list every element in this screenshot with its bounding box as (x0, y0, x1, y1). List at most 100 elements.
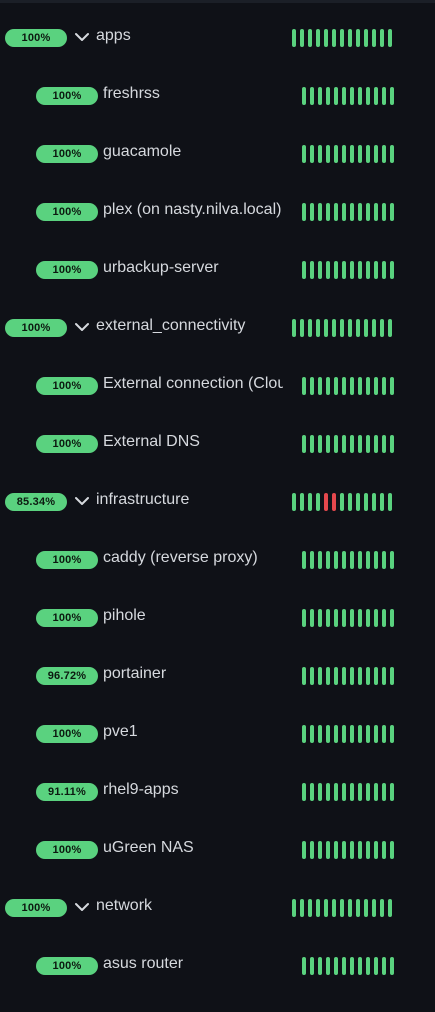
heartbeat-up (300, 899, 304, 917)
top-divider (0, 0, 435, 3)
chevron-down-icon[interactable] (75, 30, 89, 44)
heartbeat-up (388, 29, 392, 47)
heartbeat-bar (302, 667, 398, 685)
heartbeat-bar (302, 87, 398, 105)
heartbeat-up (374, 551, 378, 569)
heartbeat-up (318, 87, 322, 105)
heartbeat-up (318, 841, 322, 859)
heartbeat-up (380, 29, 384, 47)
heartbeat-bar (302, 725, 398, 743)
heartbeat-up (318, 145, 322, 163)
group-name: infrastructure (96, 491, 190, 508)
heartbeat-up (316, 29, 320, 47)
heartbeat-up (332, 319, 336, 337)
chevron-down-icon[interactable] (75, 494, 89, 508)
heartbeat-up (316, 899, 320, 917)
heartbeat-up (342, 551, 346, 569)
heartbeat-up (374, 261, 378, 279)
heartbeat-up (302, 435, 306, 453)
heartbeat-up (382, 87, 386, 105)
heartbeat-up (334, 87, 338, 105)
heartbeat-up (292, 493, 296, 511)
heartbeat-up (342, 145, 346, 163)
group-name: apps (96, 27, 131, 44)
monitor-row[interactable]: 100% urbackup-server (0, 241, 435, 299)
heartbeat-up (340, 493, 344, 511)
heartbeat-up (318, 957, 322, 975)
heartbeat-up (342, 261, 346, 279)
heartbeat-up (318, 551, 322, 569)
heartbeat-up (364, 493, 368, 511)
heartbeat-up (366, 377, 370, 395)
heartbeat-up (374, 145, 378, 163)
heartbeat-up (374, 609, 378, 627)
monitor-row[interactable]: 100% plex (on nasty.nilva.local) (0, 183, 435, 241)
group-row-network[interactable]: 100% network (0, 879, 435, 937)
heartbeat-up (350, 725, 354, 743)
heartbeat-up (300, 493, 304, 511)
heartbeat-up (366, 87, 370, 105)
monitor-name: caddy (reverse proxy) (103, 549, 258, 566)
monitor-name: plex (on nasty.nilva.local) (103, 201, 282, 218)
heartbeat-up (310, 667, 314, 685)
group-row-apps[interactable]: 100% apps (0, 9, 435, 67)
heartbeat-up (334, 435, 338, 453)
heartbeat-up (374, 841, 378, 859)
heartbeat-up (364, 319, 368, 337)
heartbeat-up (326, 609, 330, 627)
heartbeat-up (310, 87, 314, 105)
heartbeat-up (366, 261, 370, 279)
heartbeat-up (292, 29, 296, 47)
heartbeat-up (334, 667, 338, 685)
monitor-row[interactable]: 100% pve1 (0, 705, 435, 763)
heartbeat-bar (292, 319, 396, 337)
monitor-name: pihole (103, 607, 146, 624)
heartbeat-up (382, 725, 386, 743)
heartbeat-up (334, 841, 338, 859)
heartbeat-up (382, 957, 386, 975)
heartbeat-up (302, 957, 306, 975)
monitor-row[interactable]: 100% pihole (0, 589, 435, 647)
heartbeat-up (334, 377, 338, 395)
monitor-list: 100% apps 100% freshrss 100% guacamole 100% ple… (0, 0, 435, 1012)
chevron-down-icon[interactable] (75, 320, 89, 334)
heartbeat-up (318, 667, 322, 685)
group-row-infrastructure[interactable]: 85.34% infrastructure (0, 473, 435, 531)
heartbeat-up (390, 841, 394, 859)
heartbeat-up (348, 493, 352, 511)
heartbeat-bar (302, 261, 398, 279)
monitor-row[interactable]: 100% External DNS (0, 415, 435, 473)
monitor-row[interactable]: 96.72% portainer (0, 647, 435, 705)
heartbeat-up (326, 667, 330, 685)
heartbeat-bar (292, 899, 396, 917)
heartbeat-up (310, 957, 314, 975)
heartbeat-up (302, 783, 306, 801)
monitor-name: pve1 (103, 723, 138, 740)
monitor-row[interactable]: 100% caddy (reverse proxy) (0, 531, 435, 589)
monitor-row[interactable]: 100% uGreen NAS (0, 821, 435, 879)
heartbeat-up (388, 899, 392, 917)
monitor-row[interactable]: 100% guacamole (0, 125, 435, 183)
heartbeat-up (310, 203, 314, 221)
heartbeat-up (358, 145, 362, 163)
uptime-badge: 100% (36, 551, 98, 569)
heartbeat-bar (302, 783, 398, 801)
heartbeat-up (310, 377, 314, 395)
monitor-row[interactable]: 91.11% rhel9-apps (0, 763, 435, 821)
heartbeat-up (310, 841, 314, 859)
heartbeat-up (358, 203, 362, 221)
chevron-down-icon[interactable] (75, 900, 89, 914)
monitor-row[interactable]: 100% External connection (Cloudflare) (0, 357, 435, 415)
heartbeat-up (302, 145, 306, 163)
monitor-row[interactable]: 100% freshrss (0, 67, 435, 125)
heartbeat-down (324, 493, 328, 511)
uptime-badge: 100% (36, 841, 98, 859)
group-row-external-connectivity[interactable]: 100% external_connectivity (0, 299, 435, 357)
heartbeat-up (318, 435, 322, 453)
heartbeat-up (358, 725, 362, 743)
monitor-row[interactable]: 100% asus router (0, 937, 435, 995)
heartbeat-up (390, 667, 394, 685)
heartbeat-up (374, 377, 378, 395)
heartbeat-up (350, 609, 354, 627)
heartbeat-up (356, 29, 360, 47)
